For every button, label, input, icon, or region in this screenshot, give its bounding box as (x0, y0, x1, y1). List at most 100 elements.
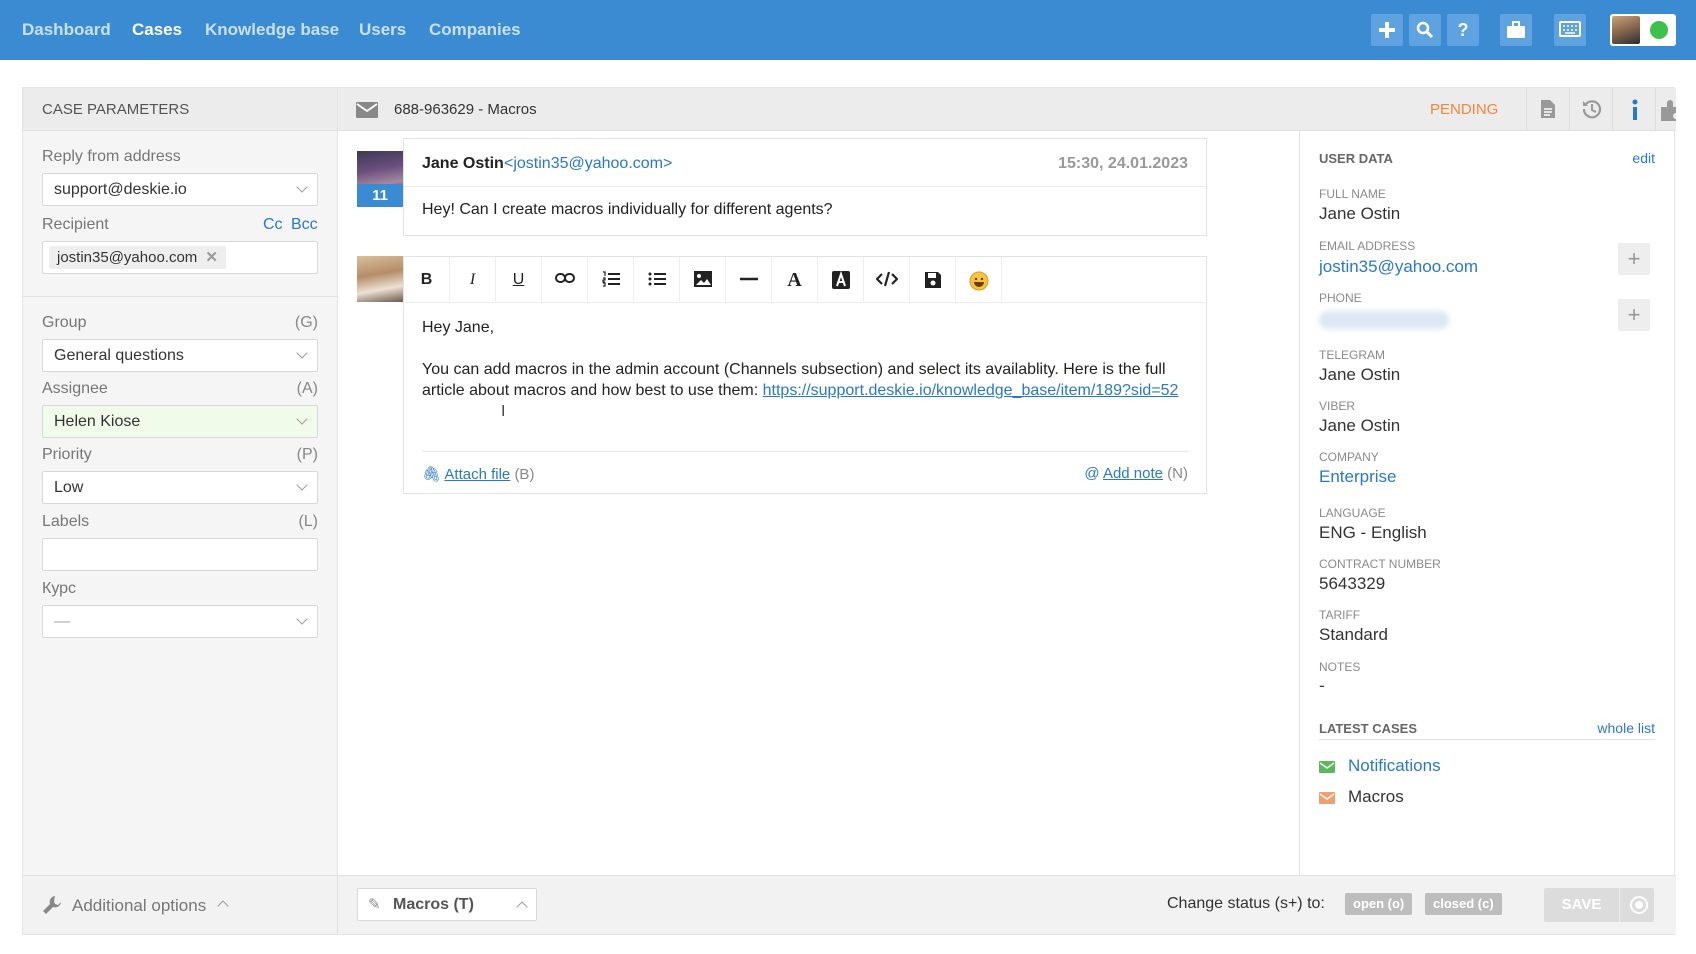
telegram-label: TELEGRAM (1319, 348, 1386, 362)
add-note-shortcut: (N) (1167, 465, 1188, 482)
nav-companies[interactable]: Companies (429, 0, 521, 60)
viber-label: VIBER (1319, 399, 1356, 413)
labels-input[interactable] (42, 538, 318, 571)
nav-users[interactable]: Users (359, 0, 406, 60)
case-header: 688-963629 - Macros PENDING (338, 88, 1676, 131)
attach-file-link[interactable]: Attach file (444, 466, 510, 483)
language-label: LANGUAGE (1319, 506, 1386, 520)
reply-from-value: support@deskie.io (54, 181, 187, 198)
save-button[interactable]: SAVE (1544, 888, 1620, 922)
user-menu[interactable] (1610, 14, 1676, 46)
bold-icon[interactable]: B (404, 257, 450, 303)
attach-file[interactable]: 🖇 Attach file (B) (422, 465, 534, 483)
keyboard-icon[interactable] (1554, 14, 1586, 46)
email-icon (1319, 792, 1335, 804)
code-icon[interactable] (864, 257, 910, 303)
plugin-icon[interactable] (1655, 88, 1676, 131)
phone-label: PHONE (1319, 291, 1362, 305)
image-icon[interactable] (680, 257, 726, 303)
assignee-shortcut: (A) (296, 380, 318, 397)
change-status-label: Change status (s+) to: (1167, 895, 1325, 912)
group-shortcut: (G) (294, 314, 318, 331)
viber-value: Jane Ostin (1319, 416, 1401, 435)
company-label: COMPANY (1319, 450, 1379, 464)
latest-case-item[interactable]: Macros (1348, 787, 1404, 807)
cc-link[interactable]: Cc (263, 216, 283, 234)
email-icon (356, 102, 378, 118)
add-note-link[interactable]: Add note (1103, 465, 1163, 482)
whole-list-link[interactable]: whole list (1597, 720, 1655, 736)
knowledge-base-link[interactable]: https://support.deskie.io/knowledge_base… (763, 382, 1179, 399)
chevron-down-icon (296, 479, 308, 491)
plus-icon[interactable] (1371, 14, 1403, 46)
bullet-list-icon[interactable] (634, 257, 680, 303)
add-phone-button[interactable]: + (1618, 299, 1650, 331)
nav-knowledge-base[interactable]: Knowledge base (205, 0, 339, 60)
search-icon[interactable] (1409, 14, 1441, 46)
edit-user-link[interactable]: edit (1632, 150, 1655, 166)
recipient-chip-email: jostin35@yahoo.com (57, 249, 198, 266)
emoji-icon[interactable] (956, 257, 1002, 303)
case-workspace: CASE PARAMETERS Reply from address suppo… (22, 87, 1676, 935)
underline-icon[interactable]: U (496, 257, 542, 303)
paperclip-icon: 🖇 (422, 466, 442, 483)
kurs-value: — (54, 613, 70, 630)
nav-cases[interactable]: Cases (132, 0, 182, 60)
nav-dashboard[interactable]: Dashboard (22, 0, 111, 60)
group-value: General questions (54, 347, 184, 364)
avatar (1612, 16, 1640, 44)
history-icon[interactable] (1569, 88, 1612, 131)
save-options-icon[interactable] (1630, 896, 1648, 914)
add-note[interactable]: @ Add note (N) (1084, 465, 1188, 482)
briefcase-icon[interactable] (1500, 14, 1532, 46)
help-icon[interactable]: ? (1447, 14, 1479, 46)
magic-wand-icon: ✎ (368, 896, 381, 913)
save-button-group: SAVE (1544, 888, 1654, 922)
add-email-button[interactable]: + (1618, 243, 1650, 275)
additional-options-button[interactable]: Additional options (72, 896, 206, 916)
recipient-input[interactable]: jostin35@yahoo.com ✕ (42, 241, 318, 274)
save-template-icon[interactable] (910, 257, 956, 303)
group-select[interactable]: General questions (42, 339, 318, 372)
status-open-button[interactable]: open (o) (1345, 893, 1413, 915)
italic-icon[interactable]: I (450, 257, 496, 303)
assignee-value: Helen Kiose (54, 413, 141, 430)
assignee-select[interactable]: Helen Kiose (42, 405, 318, 438)
ordered-list-icon[interactable] (588, 257, 634, 303)
user-data-title: USER DATA (1319, 151, 1393, 166)
font-color-icon[interactable]: A (772, 257, 818, 303)
reply-from-select[interactable]: support@deskie.io (42, 173, 318, 206)
divider (23, 296, 338, 297)
at-icon: @ (1084, 465, 1100, 482)
tariff-label: TARIFF (1319, 608, 1361, 622)
language-value: ENG - English (1319, 523, 1427, 542)
sender-name: Jane Ostin (422, 155, 504, 172)
email-value[interactable]: jostin35@yahoo.com (1319, 257, 1478, 277)
email-icon (1319, 761, 1335, 773)
chevron-down-icon (296, 347, 308, 359)
priority-select[interactable]: Low (42, 471, 318, 504)
case-parameters-title: CASE PARAMETERS (23, 88, 337, 131)
company-value[interactable]: Enterprise (1319, 467, 1396, 487)
status-closed-button[interactable]: closed (c) (1425, 893, 1502, 915)
customer-message: Jane Ostin <jostin35@yahoo.com> 15:30, 2… (403, 138, 1207, 236)
horizontal-rule-icon[interactable] (726, 257, 772, 303)
kurs-select[interactable]: — (42, 605, 318, 638)
status-badge[interactable]: PENDING (1430, 88, 1498, 131)
remove-recipient-icon[interactable]: ✕ (205, 249, 218, 266)
kurs-label: Курс (42, 580, 77, 597)
macros-select[interactable]: ✎ Macros (T) (357, 888, 537, 921)
bcc-link[interactable]: Bcc (291, 216, 318, 234)
sender-email[interactable]: <jostin35@yahoo.com> (504, 155, 672, 173)
document-icon[interactable] (1526, 88, 1569, 131)
notes-label: NOTES (1319, 660, 1361, 674)
reply-body-paragraph: You can add macros in the admin account … (422, 359, 1192, 401)
email-label: EMAIL ADDRESS (1319, 239, 1416, 253)
highlight-icon[interactable] (818, 257, 864, 303)
reply-text-area[interactable]: Hey Jane, You can add macros in the admi… (422, 317, 1192, 401)
latest-case-item[interactable]: Notifications (1348, 756, 1441, 776)
macros-label: Macros (T) (393, 896, 474, 913)
labels-label: Labels (42, 513, 90, 530)
link-icon[interactable] (542, 257, 588, 303)
info-icon[interactable] (1612, 88, 1655, 131)
